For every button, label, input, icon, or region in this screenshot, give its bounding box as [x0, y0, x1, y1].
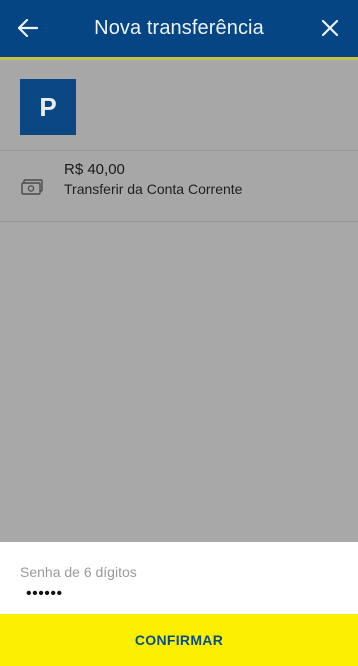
back-button[interactable] — [14, 14, 42, 42]
close-button[interactable] — [316, 14, 344, 42]
recipient-section: P — [0, 63, 358, 151]
transfer-source: Transferir da Conta Corrente — [64, 181, 243, 197]
transfer-details: R$ 40,00 Transferir da Conta Corrente — [0, 152, 358, 222]
password-input[interactable]: •••••• — [26, 585, 326, 603]
arrow-left-icon — [18, 19, 38, 37]
page-title: Nova transferência — [94, 17, 264, 39]
money-icon — [21, 179, 43, 195]
confirm-button[interactable]: CONFIRMAR — [0, 614, 358, 666]
password-label: Senha de 6 dígitos — [20, 564, 137, 580]
recipient-avatar: P — [20, 79, 76, 135]
close-icon — [321, 19, 339, 37]
password-sheet: Senha de 6 dígitos •••••• — [0, 542, 358, 614]
app-header: Nova transferência — [0, 0, 358, 60]
transfer-amount: R$ 40,00 — [64, 161, 125, 178]
